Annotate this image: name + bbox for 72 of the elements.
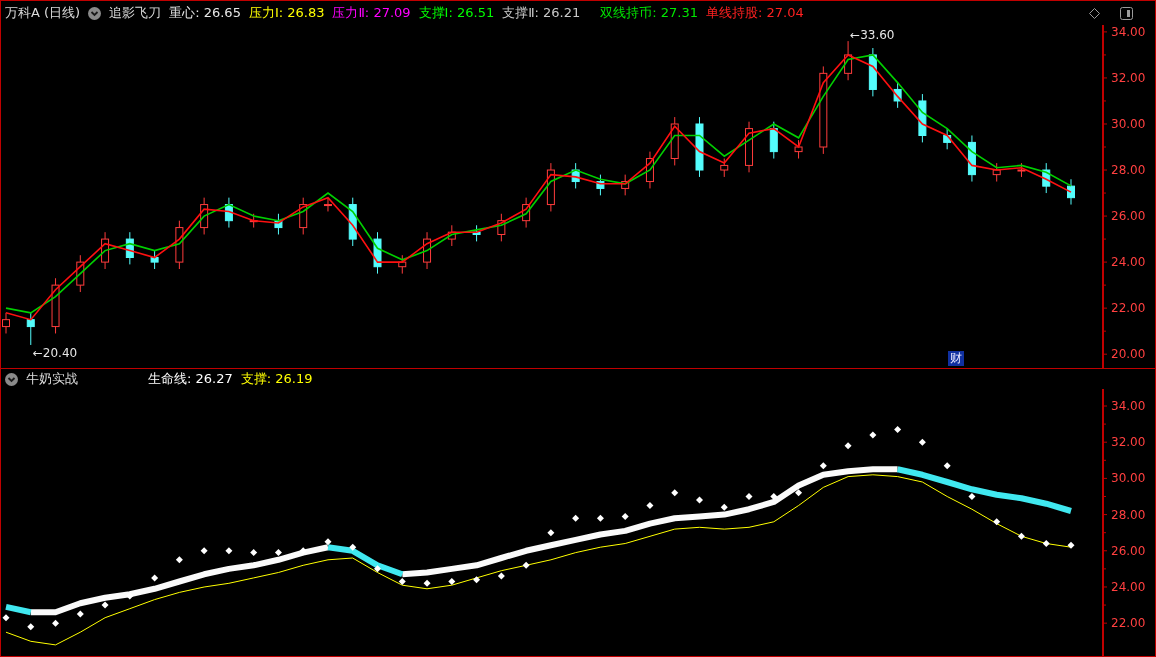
- point: [2, 614, 10, 622]
- point: [101, 601, 109, 609]
- price-label: ←33.60: [850, 28, 895, 43]
- axis-label: 24.00: [1111, 579, 1146, 594]
- indicator-value: 压力Ⅱ: 27.09: [332, 4, 411, 22]
- point: [522, 561, 530, 569]
- point: [374, 565, 382, 573]
- axis-label: 24.00: [1111, 255, 1146, 270]
- indicator-value: 重心: 26.65: [169, 4, 241, 22]
- point: [869, 431, 877, 439]
- indicator-value: 支撑: 26.19: [240, 370, 313, 388]
- point: [547, 529, 555, 537]
- point: [745, 492, 753, 500]
- point: [349, 543, 357, 551]
- indicator-name: 牛奶实战: [26, 370, 78, 388]
- point: [993, 518, 1001, 526]
- point: [423, 579, 431, 587]
- point: [918, 438, 926, 446]
- price-label: ←20.40: [32, 346, 78, 360]
- point: [151, 574, 159, 582]
- axis-label: 28.00: [1111, 163, 1146, 178]
- finance-badge[interactable]: 财: [948, 351, 964, 366]
- point: [943, 462, 951, 470]
- point: [671, 489, 679, 497]
- axis-label: 32.00: [1111, 70, 1146, 85]
- point: [448, 578, 456, 586]
- axis-label: 34.00: [1111, 399, 1146, 413]
- point: [250, 549, 258, 557]
- indicator-value: 双线持币: 27.31: [600, 4, 699, 22]
- axis-label: 30.00: [1111, 471, 1146, 486]
- point: [720, 503, 728, 511]
- point: [324, 538, 332, 546]
- axis-label: 26.00: [1111, 543, 1146, 558]
- axis-label: 32.00: [1111, 435, 1146, 450]
- point: [894, 426, 902, 434]
- axis-label: 34.00: [1111, 25, 1146, 39]
- point: [175, 556, 183, 564]
- axis-label: 20.00: [1111, 347, 1146, 362]
- point: [646, 502, 654, 510]
- point: [968, 492, 976, 500]
- point: [497, 572, 505, 580]
- indicator-value: 压力Ⅰ: 26.83: [248, 4, 325, 22]
- point: [770, 492, 778, 500]
- point: [572, 514, 580, 522]
- indicator-name: 追影飞刀: [109, 4, 162, 22]
- point: [621, 512, 629, 520]
- point: [76, 610, 84, 618]
- axis-label: 22.00: [1111, 301, 1146, 316]
- indicator-value: 支撑Ⅱ: 26.21: [502, 4, 581, 22]
- point: [795, 489, 803, 497]
- point: [695, 496, 703, 504]
- point: [473, 576, 481, 584]
- point: [398, 578, 406, 586]
- point: [1017, 532, 1025, 540]
- axis-label: 26.00: [1111, 209, 1146, 224]
- point: [819, 462, 827, 470]
- point: [844, 442, 852, 450]
- point: [27, 623, 35, 631]
- point: [596, 514, 604, 522]
- indicator-value: 单线持股: 27.04: [706, 4, 804, 22]
- axis-label: 22.00: [1111, 616, 1146, 631]
- axis-label: 30.00: [1111, 117, 1146, 131]
- indicator-value: 支撑Ⅰ: 26.51: [418, 4, 495, 22]
- point: [274, 549, 282, 557]
- axis-label: 28.00: [1111, 507, 1146, 522]
- indicator-value: 生命线: 26.27: [148, 370, 233, 388]
- point: [200, 547, 208, 555]
- point: [52, 619, 60, 627]
- point: [225, 547, 233, 555]
- stock-title: 万科A (日线): [5, 4, 81, 22]
- point: [1042, 540, 1050, 548]
- point: [1067, 541, 1075, 549]
